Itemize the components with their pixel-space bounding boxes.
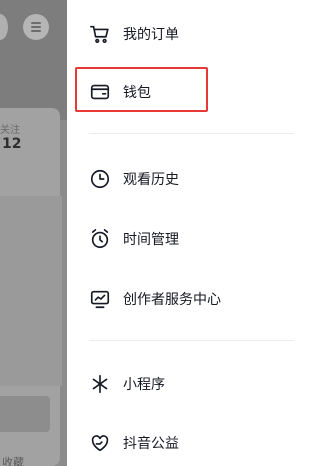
- menu-item-watch-history[interactable]: 观看历史: [67, 157, 294, 201]
- background-bottom-text: 收藏: [2, 456, 24, 466]
- heart-hands-icon: [91, 435, 109, 452]
- menu-item-label: 抖音公益: [123, 436, 179, 452]
- menu-item-time-management[interactable]: 时间管理: [67, 217, 294, 261]
- dimmed-background[interactable]: 关注 12 收藏: [0, 0, 67, 466]
- alarm-clock-icon: [91, 229, 109, 249]
- menu-item-creator-center[interactable]: 创作者服务中心: [67, 277, 294, 321]
- mini-program-icon: [92, 374, 108, 394]
- background-button: [0, 396, 50, 432]
- menu-item-label: 小程序: [123, 377, 165, 393]
- follow-count: 12: [2, 136, 22, 152]
- wallet-highlight-box: [75, 67, 208, 112]
- creator-chart-icon: [90, 290, 110, 309]
- shopping-cart-icon: [90, 25, 109, 43]
- menu-item-label: 创作者服务中心: [123, 292, 221, 308]
- menu-icon[interactable]: [23, 14, 49, 40]
- background-content-block: [0, 196, 62, 386]
- menu-item-mini-program[interactable]: 小程序: [67, 362, 294, 406]
- clock-icon: [90, 169, 110, 189]
- follow-label: 关注: [0, 125, 20, 136]
- menu-item-label: 我的订单: [123, 27, 179, 43]
- divider: [89, 340, 294, 341]
- menu-item-orders[interactable]: 我的订单: [67, 12, 294, 56]
- menu-item-label: 时间管理: [123, 232, 179, 248]
- divider: [89, 133, 294, 134]
- menu-item-label: 观看历史: [123, 172, 179, 188]
- menu-item-douyin-charity[interactable]: 抖音公益: [67, 421, 294, 465]
